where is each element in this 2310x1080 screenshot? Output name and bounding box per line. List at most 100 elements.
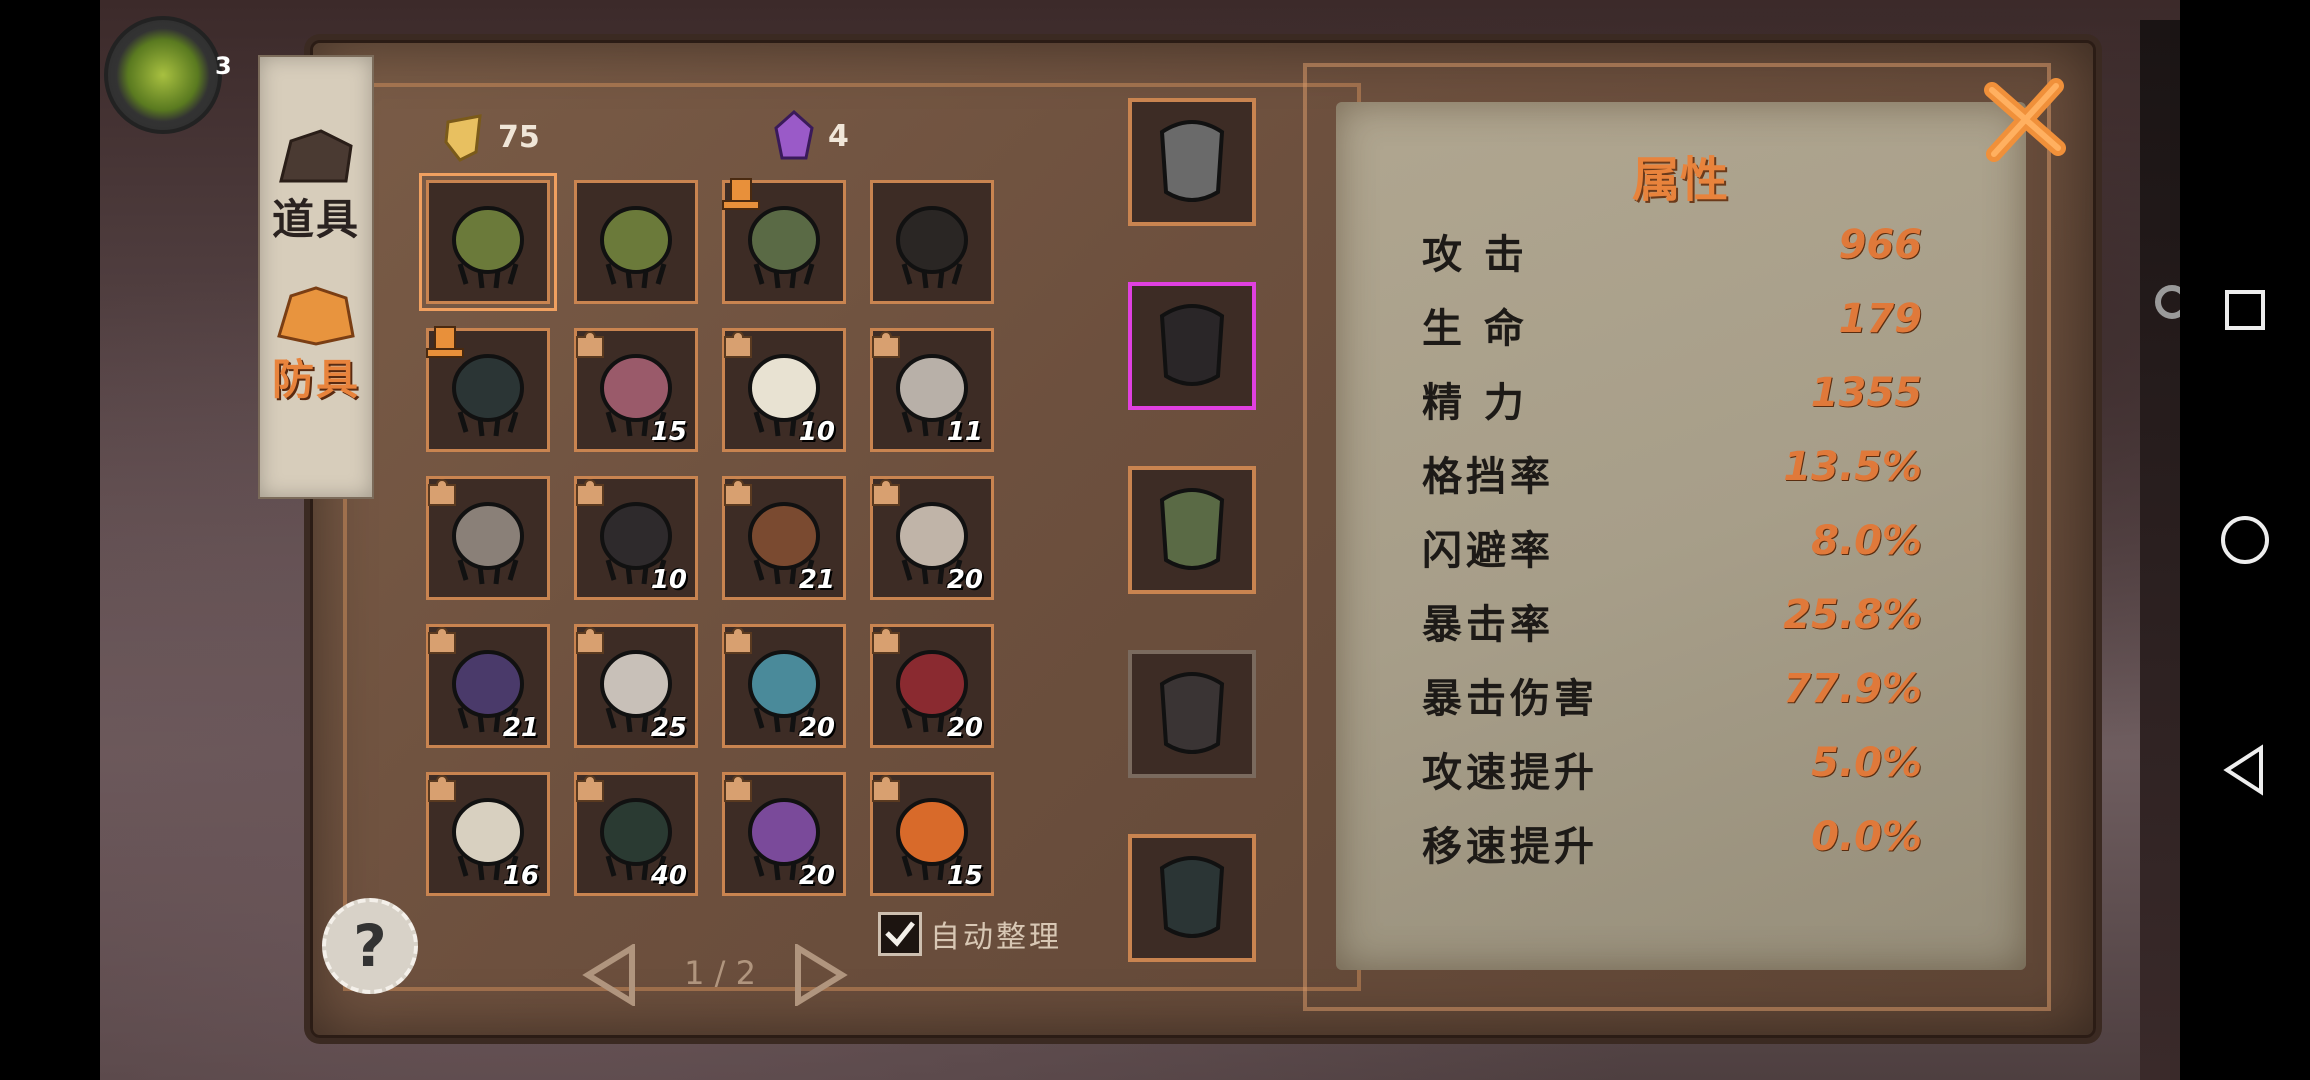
tab-armor[interactable]: 防具: [260, 257, 372, 407]
inventory-slot[interactable]: 20: [722, 624, 846, 748]
stats-title: 属性: [1631, 152, 1728, 208]
stat-row: 攻速提升 5.0%: [1422, 740, 1922, 800]
stat-value: 8.0%: [1811, 518, 1922, 564]
stat-value: 0.0%: [1811, 814, 1922, 860]
stat-value: 13.5%: [1783, 444, 1922, 490]
fragment-piece-icon: [425, 623, 459, 657]
stat-row: 格挡率 13.5%: [1422, 444, 1922, 504]
square-icon: [2225, 290, 2265, 330]
equipped-item-icon: [1159, 856, 1225, 938]
item-count: 40: [650, 861, 687, 891]
inventory-grid: 15 10 11 10 21 20 21 25 20 20 16 40 20 15: [419, 173, 1000, 900]
equipped-slot[interactable]: [1128, 466, 1256, 594]
close-icon: [1984, 78, 2066, 162]
system-nav-bar: [2180, 0, 2310, 1080]
item-count: 10: [798, 417, 835, 447]
equipped-slot[interactable]: [1128, 98, 1256, 226]
gold-shard-icon: [444, 114, 482, 162]
inventory-slot[interactable]: 11: [870, 328, 994, 452]
armor-item-icon: [896, 206, 968, 289]
inventory-slot[interactable]: 21: [426, 624, 550, 748]
stat-row: 攻 击 966: [1422, 222, 1922, 282]
auto-sort-toggle[interactable]: 自动整理: [878, 912, 1062, 956]
item-count: 20: [798, 861, 835, 891]
inventory-slot[interactable]: 15: [574, 328, 698, 452]
close-button[interactable]: [1980, 74, 2070, 164]
inventory-slot[interactable]: 20: [870, 476, 994, 600]
inventory-slot[interactable]: 20: [722, 772, 846, 896]
inventory-slot[interactable]: 10: [574, 476, 698, 600]
inventory-slot[interactable]: [426, 476, 550, 600]
fragment-piece-icon: [721, 327, 755, 361]
stat-row: 移速提升 0.0%: [1422, 814, 1922, 874]
item-count: 20: [946, 713, 983, 743]
item-count: 20: [798, 713, 835, 743]
fragment-piece-icon: [721, 771, 755, 805]
player-level: 3: [215, 52, 232, 80]
inventory-slot[interactable]: 21: [722, 476, 846, 600]
gem-currency: 4: [772, 110, 849, 162]
inventory-slot[interactable]: [419, 173, 557, 311]
back-button[interactable]: [2180, 730, 2310, 810]
inventory-slot[interactable]: [574, 180, 698, 304]
inventory-slot[interactable]: 16: [426, 772, 550, 896]
stat-value: 77.9%: [1783, 666, 1922, 712]
inventory-slot[interactable]: 15: [870, 772, 994, 896]
item-count: 11: [946, 417, 983, 447]
stat-label: 格挡率: [1422, 454, 1554, 500]
items-bag-icon: [279, 129, 353, 183]
fragment-piece-icon: [869, 771, 903, 805]
equipped-slot[interactable]: [1128, 650, 1256, 778]
stat-value: 1355: [1810, 370, 1922, 416]
fragment-piece-icon: [425, 771, 459, 805]
recent-apps-button[interactable]: [2180, 270, 2310, 350]
auto-sort-checkbox[interactable]: [878, 912, 922, 956]
stat-label: 移速提升: [1422, 824, 1598, 870]
fragment-piece-icon: [425, 475, 459, 509]
item-count: 15: [650, 417, 687, 447]
help-button[interactable]: ?: [322, 898, 418, 994]
fragment-piece-icon: [573, 475, 607, 509]
fragment-piece-icon: [573, 327, 607, 361]
category-tabs: 道具 防具: [258, 55, 374, 499]
equipped-item-icon: [1159, 672, 1225, 754]
tab-armor-label: 防具: [271, 355, 360, 404]
stat-label: 生 命: [1422, 306, 1528, 352]
stat-value: 966: [1838, 222, 1923, 268]
prev-page-button[interactable]: [580, 944, 640, 1006]
stat-label: 暴击率: [1422, 602, 1554, 648]
tab-items-label: 道具: [271, 195, 360, 244]
stat-row: 生 命 179: [1422, 296, 1922, 356]
armor-item-icon: [600, 206, 672, 289]
inventory-slot[interactable]: 10: [722, 328, 846, 452]
purple-gem-icon: [774, 110, 814, 160]
top-hat-icon: [425, 323, 465, 363]
stat-row: 暴击率 25.8%: [1422, 592, 1922, 652]
gem-amount: 4: [828, 118, 849, 154]
stat-row: 暴击伤害 77.9%: [1422, 666, 1922, 726]
gold-currency: 75: [442, 112, 540, 162]
stat-row: 闪避率 8.0%: [1422, 518, 1922, 578]
inventory-slot[interactable]: [722, 178, 846, 304]
circle-icon: [2221, 516, 2269, 564]
stat-label: 攻 击: [1422, 232, 1528, 278]
item-count: 21: [502, 713, 539, 743]
inventory-slot[interactable]: 40: [574, 772, 698, 896]
equipped-slot[interactable]: [1128, 834, 1256, 962]
item-count: 20: [946, 565, 983, 595]
equipped-slot[interactable]: [1128, 282, 1256, 410]
tab-items[interactable]: 道具: [260, 97, 372, 247]
next-page-button[interactable]: [790, 944, 850, 1006]
top-hat-icon: [721, 175, 761, 215]
page-indicator: 1 / 2: [684, 954, 756, 992]
pager: 1 / 2: [580, 940, 860, 1010]
inventory-slot[interactable]: 20: [870, 624, 994, 748]
item-count: 25: [650, 713, 687, 743]
inventory-slot[interactable]: 25: [574, 624, 698, 748]
player-emblem-icon[interactable]: [104, 16, 222, 134]
inventory-slot[interactable]: [870, 180, 994, 304]
stat-label: 攻速提升: [1422, 750, 1598, 796]
home-button[interactable]: [2180, 500, 2310, 580]
stat-value: 5.0%: [1811, 740, 1922, 786]
inventory-slot[interactable]: [426, 326, 550, 452]
